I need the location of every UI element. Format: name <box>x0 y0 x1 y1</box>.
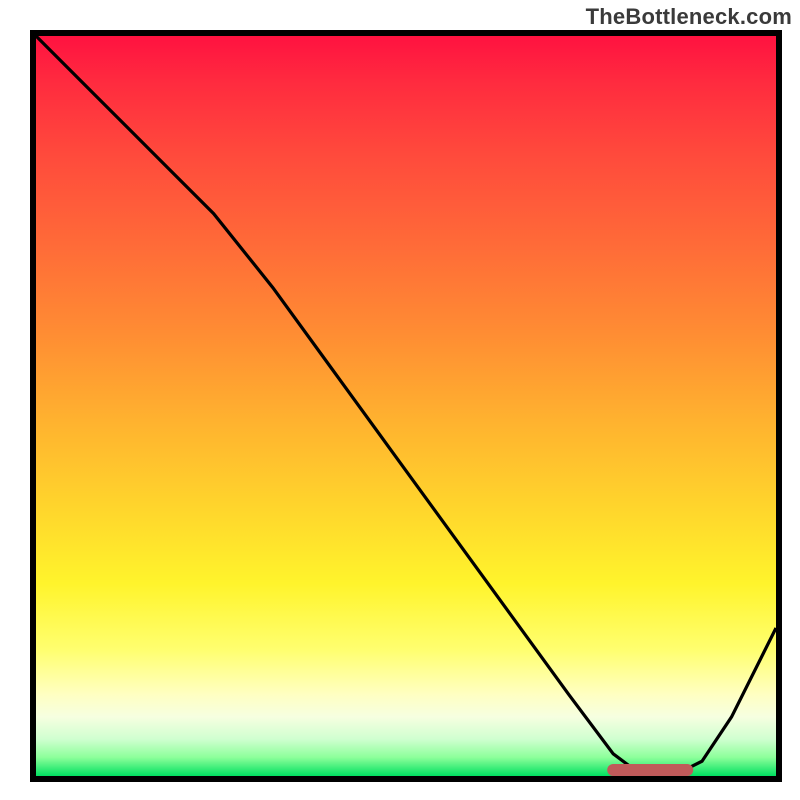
bottleneck-curve <box>36 36 776 776</box>
chart-svg <box>36 36 776 776</box>
chart-container: TheBottleneck.com <box>0 0 800 800</box>
plot-area <box>30 30 782 782</box>
watermark-label: TheBottleneck.com <box>586 4 792 30</box>
